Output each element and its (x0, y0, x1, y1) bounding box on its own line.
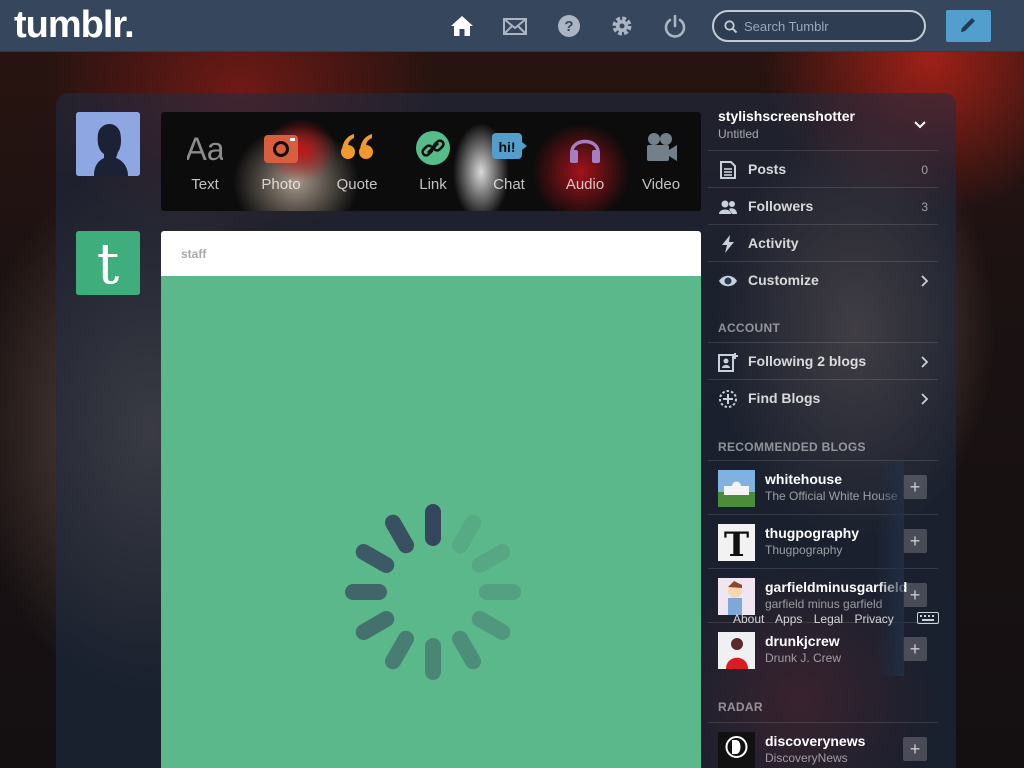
blog-switcher[interactable]: stylishscreenshotter Untitled (708, 100, 938, 150)
footer-links: About Apps Legal Privacy (733, 612, 902, 626)
pencil-icon (961, 18, 975, 32)
radar-blog[interactable]: discoverynews DiscoveryNews + (708, 722, 938, 768)
chevron-right-icon (921, 356, 928, 368)
chevron-down-icon (914, 121, 926, 129)
staff-avatar[interactable]: t (76, 231, 140, 295)
search-box[interactable] (712, 10, 926, 42)
sidebar-item-customize[interactable]: Customize (708, 261, 938, 298)
headphones-icon (570, 139, 600, 163)
follow-button[interactable]: + (903, 475, 927, 499)
post-type-text[interactable]: Aa Text (167, 112, 243, 211)
loading-spinner-icon (345, 504, 521, 680)
blog-name: drunkjcrew (765, 633, 840, 649)
posts-count: 0 (921, 163, 928, 177)
post-type-label: Quote (336, 176, 378, 193)
compose-button[interactable] (946, 10, 991, 42)
sidebar-item-label: Find Blogs (748, 390, 821, 406)
sidebar-item-find-blogs[interactable]: Find Blogs (708, 379, 938, 416)
find-blogs-icon (719, 390, 737, 408)
home-icon[interactable] (449, 13, 475, 39)
text-icon: Aa (187, 131, 223, 166)
blog-avatar (718, 632, 755, 669)
post-type-label: Chat (493, 176, 525, 193)
blog-avatar (718, 578, 755, 615)
sidebar-item-label: Customize (748, 272, 819, 288)
post-type-link[interactable]: Link (395, 112, 471, 211)
svg-text:?: ? (564, 18, 573, 35)
svg-text:T: T (724, 525, 749, 561)
post-body (161, 276, 701, 768)
post-type-label: Text (191, 176, 219, 193)
chevron-right-icon (921, 275, 928, 287)
blog-title: DiscoveryNews (765, 751, 848, 765)
quote-icon (341, 134, 373, 159)
link-icon (416, 131, 450, 165)
svg-text:Aa: Aa (187, 131, 223, 166)
settings-icon[interactable] (609, 13, 635, 39)
svg-text:t: t (97, 232, 120, 295)
chat-icon: hi! (492, 133, 527, 159)
blog-avatar (718, 732, 755, 768)
sidebar-item-following[interactable]: Following 2 blogs (708, 342, 938, 379)
post-type-audio[interactable]: Audio (547, 112, 623, 211)
followers-count: 3 (921, 200, 928, 214)
staff-post: staff (161, 231, 701, 768)
footer-link-about[interactable]: About (733, 612, 764, 626)
blog-name: thugpography (765, 525, 860, 541)
help-icon[interactable]: ? (556, 13, 582, 39)
radar-heading: RADAR (718, 700, 763, 714)
power-icon[interactable] (662, 13, 688, 39)
post-type-label: Video (641, 176, 681, 193)
activity-icon (722, 235, 734, 253)
post-type-bar: Aa Text Photo Quote Link hi! Chat Audio … (161, 112, 701, 211)
follow-button[interactable]: + (903, 583, 927, 607)
follow-button[interactable]: + (903, 737, 927, 761)
blog-title: Untitled (718, 127, 759, 141)
post-type-video[interactable]: Video (623, 112, 699, 211)
search-input[interactable] (744, 17, 914, 35)
followers-icon (719, 200, 737, 214)
footer-link-privacy[interactable]: Privacy (854, 612, 893, 626)
eye-icon (719, 275, 737, 287)
user-avatar[interactable] (76, 112, 140, 176)
sidebar-item-label: Following 2 blogs (748, 353, 867, 369)
blog-name: stylishscreenshotter (718, 108, 855, 124)
post-type-label: Audio (565, 176, 605, 193)
tumblr-logo[interactable]: tumblr. (14, 4, 135, 47)
blog-avatar: T (718, 524, 755, 561)
top-navigation-bar: tumblr. ? (0, 0, 1024, 52)
sidebar-item-posts[interactable]: Posts 0 (708, 150, 938, 187)
footer-link-apps[interactable]: Apps (775, 612, 802, 626)
following-icon (718, 353, 738, 372)
account-heading: ACCOUNT (718, 321, 781, 335)
post-type-label: Link (419, 176, 447, 193)
sidebar-item-followers[interactable]: Followers 3 (708, 187, 938, 224)
svg-text:hi!: hi! (498, 139, 515, 155)
follow-button[interactable]: + (903, 529, 927, 553)
blog-name: whitehouse (765, 471, 843, 487)
sidebar-item-label: Posts (748, 161, 787, 177)
sidebar-item-activity[interactable]: Activity (708, 224, 938, 261)
recommended-fade-overlay (876, 461, 904, 676)
mail-icon[interactable] (502, 13, 528, 39)
camera-icon (264, 135, 298, 163)
chevron-right-icon (921, 393, 928, 405)
posts-icon (720, 161, 736, 179)
sidebar-item-label: Followers (748, 198, 814, 214)
keyboard-shortcuts-icon[interactable] (917, 612, 939, 624)
search-icon (724, 20, 738, 34)
footer-link-legal[interactable]: Legal (814, 612, 843, 626)
blog-name: discoverynews (765, 733, 866, 749)
sidebar-item-label: Activity (748, 235, 799, 251)
post-type-label: Photo (261, 176, 301, 193)
recommended-heading: RECOMMENDED BLOGS (718, 440, 866, 454)
post-type-quote[interactable]: Quote (319, 112, 395, 211)
blog-avatar (718, 470, 755, 507)
follow-button[interactable]: + (903, 637, 927, 661)
post-author[interactable]: staff (161, 231, 701, 276)
post-type-photo[interactable]: Photo (243, 112, 319, 211)
post-type-chat[interactable]: hi! Chat (471, 112, 547, 211)
video-camera-icon (647, 133, 677, 161)
